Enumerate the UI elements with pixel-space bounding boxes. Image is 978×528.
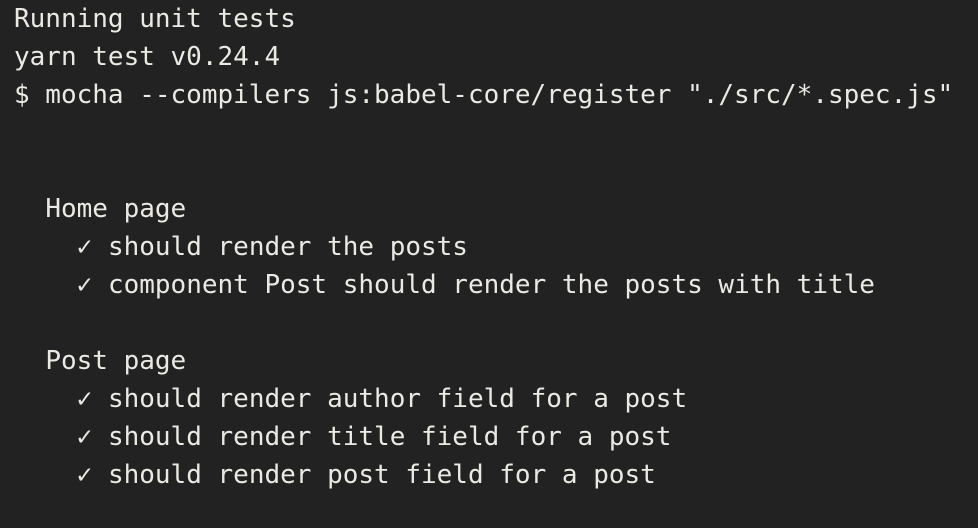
test-result-row: ✓ should render author field for a post	[14, 380, 978, 418]
check-icon: ✓	[76, 270, 93, 300]
test-indent	[14, 384, 77, 414]
check-icon: ✓	[76, 384, 93, 414]
check-icon: ✓	[76, 460, 93, 490]
test-result-row: ✓ should render title field for a post	[14, 418, 978, 456]
test-indent	[14, 232, 77, 262]
test-indent	[14, 422, 77, 452]
test-title: component Post should render the posts w…	[107, 270, 875, 300]
test-space	[92, 384, 108, 414]
terminal-output: Running unit tests yarn test v0.24.4 $ m…	[0, 0, 978, 494]
terminal-line-running-unit-tests: Running unit tests	[14, 4, 296, 34]
suite-label: Post page	[45, 346, 187, 376]
suite-indent	[14, 194, 45, 224]
test-space	[92, 422, 108, 452]
terminal-line-yarn-version: yarn test v0.24.4	[14, 42, 281, 72]
test-title: should render author field for a post	[107, 384, 688, 414]
terminal-line-mocha-command: $ mocha --compilers js:babel-core/regist…	[14, 80, 954, 110]
test-title: should render title field for a post	[107, 422, 672, 452]
suite-indent	[14, 346, 45, 376]
test-title: should render the posts	[107, 232, 468, 262]
test-indent	[14, 270, 77, 300]
test-space	[92, 270, 108, 300]
test-result-row: ✓ should render post field for a post	[14, 456, 978, 494]
test-result-row: ✓ component Post should render the posts…	[14, 266, 978, 304]
check-icon: ✓	[76, 232, 93, 262]
check-icon: ✓	[76, 422, 93, 452]
test-suite-title-post-page: Post page	[14, 342, 978, 380]
test-title: should render post field for a post	[107, 460, 656, 490]
test-space	[92, 460, 108, 490]
test-suite-title-home-page: Home page	[14, 190, 978, 228]
suite-label: Home page	[45, 194, 187, 224]
test-result-row: ✓ should render the posts	[14, 228, 978, 266]
test-indent	[14, 460, 77, 490]
test-space	[92, 232, 108, 262]
terminal-window[interactable]: Running unit tests yarn test v0.24.4 $ m…	[0, 0, 978, 528]
